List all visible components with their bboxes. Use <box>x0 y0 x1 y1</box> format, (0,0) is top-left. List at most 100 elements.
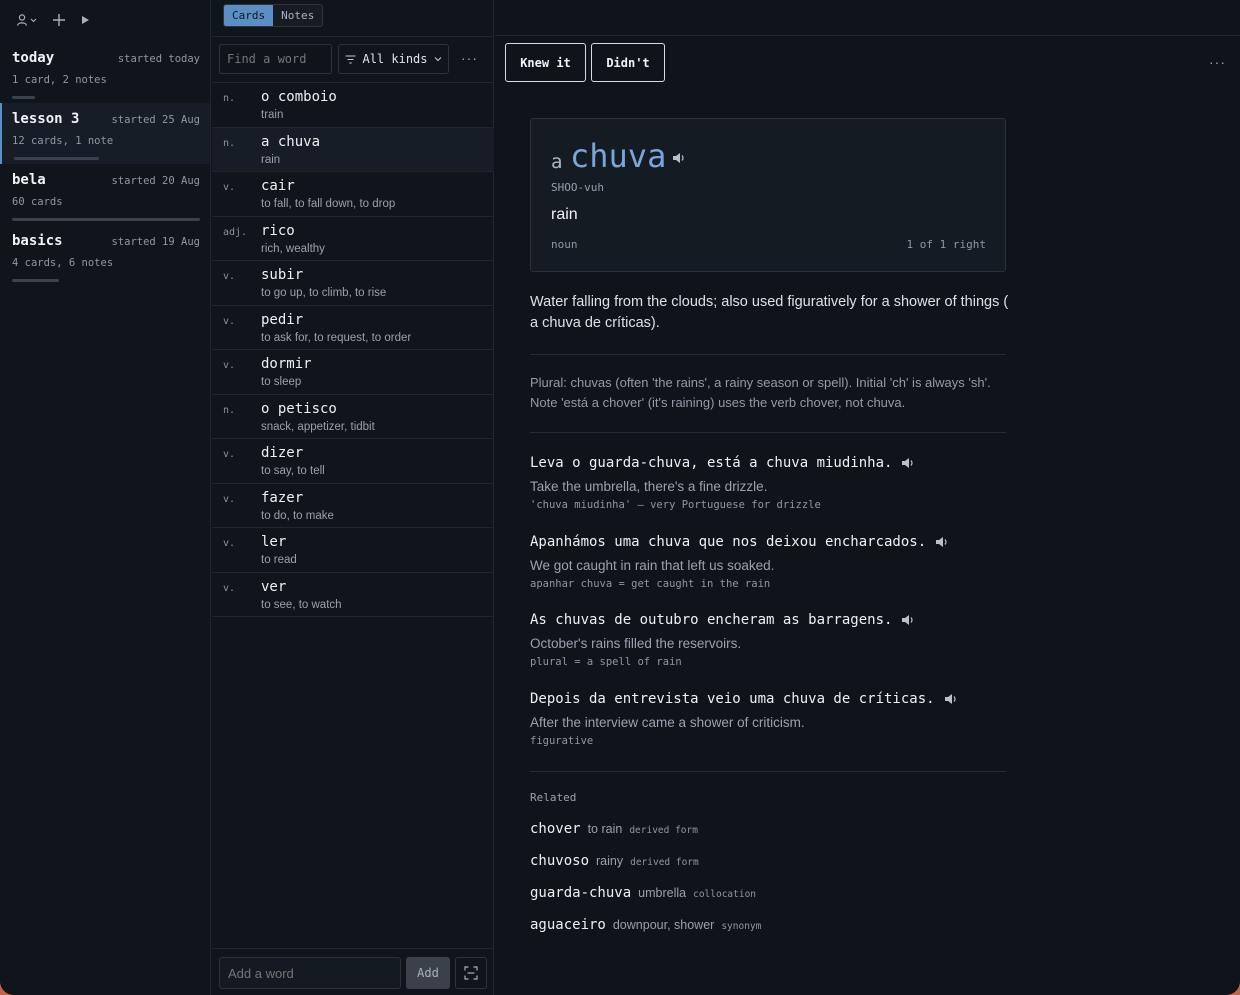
divider <box>530 354 1006 355</box>
play-button[interactable] <box>80 15 90 25</box>
sidebar-toolbar <box>0 0 210 40</box>
deck-progress-bar <box>12 279 59 282</box>
related-gloss: rainy <box>596 854 624 868</box>
deck-started: started 25 Aug <box>111 114 200 126</box>
speaker-icon[interactable] <box>944 693 958 705</box>
app-window: today started today 1 card, 2 notes less… <box>0 0 1240 995</box>
item-gloss: to read <box>261 554 297 566</box>
item-pos: v. <box>223 449 236 460</box>
add-word-button[interactable]: Add <box>406 957 450 989</box>
deck-count: 1 card, 2 notes <box>12 74 107 86</box>
definition-text: Water falling from the clouds; also used… <box>530 294 1009 331</box>
list-item[interactable]: v. subir to go up, to climb, to rise <box>212 261 494 306</box>
deck-progress-bar <box>12 218 200 221</box>
scan-icon <box>464 966 478 980</box>
example-note: plural = a spell of rain <box>530 656 682 668</box>
play-audio-button[interactable] <box>672 151 686 169</box>
related-heading: Related <box>530 791 577 804</box>
list-item[interactable]: v. ler to read <box>212 528 494 573</box>
card-headword: chuva <box>570 137 667 175</box>
related-gloss: umbrella <box>638 886 687 900</box>
deck-today[interactable]: today started today 1 card, 2 notes <box>0 42 210 103</box>
knew-it-button[interactable]: Knew it <box>505 43 586 82</box>
deck-name: bela <box>12 172 46 188</box>
related-item[interactable]: chover to rain derived form <box>530 821 698 837</box>
list-item[interactable]: v. fazer to do, to make <box>212 484 494 528</box>
flashcard: a chuva SHOO-vuh rain noun 1 of 1 right <box>530 118 1006 272</box>
list-item[interactable]: v. cair to fall, to fall down, to drop <box>212 172 494 217</box>
deck-lesson-3[interactable]: lesson 3 started 25 Aug 12 cards, 1 note <box>0 103 210 164</box>
example-en: October's rains filled the reservoirs. <box>530 636 742 651</box>
deck-name: lesson 3 <box>12 111 80 127</box>
deck-count: 12 cards, 1 note <box>12 135 114 147</box>
example-en: Take the umbrella, there's a fine drizzl… <box>530 479 768 494</box>
example-note: apanhar chuva = get caught in the rain <box>530 578 771 590</box>
list-item[interactable]: v. dizer to say, to tell <box>212 439 494 484</box>
item-word: subir <box>261 267 304 283</box>
deck-bela[interactable]: bela started 20 Aug 60 cards <box>0 164 210 225</box>
speaker-icon[interactable] <box>935 536 949 548</box>
item-pos: v. <box>223 271 236 282</box>
usage-note: Plural: chuvas (often 'the rains', a rai… <box>530 375 991 410</box>
list-item[interactable]: v. dormir to sleep <box>212 350 494 395</box>
filter-icon <box>345 54 356 64</box>
example-note: 'chuva miudinha' — very Portuguese for d… <box>530 499 821 511</box>
card-article: a <box>551 151 563 173</box>
item-pos: n. <box>223 93 236 104</box>
example-pt: As chuvas de outubro encheram as barrage… <box>530 612 915 628</box>
related-item[interactable]: guarda-chuva umbrella collocation <box>530 885 756 901</box>
item-word: ver <box>261 578 287 595</box>
add-word-input[interactable] <box>219 957 401 989</box>
card-score: 1 of 1 right <box>906 238 986 251</box>
play-icon <box>82 16 89 24</box>
list-item[interactable]: adj. rico rich, wealthy <box>212 217 494 261</box>
card-translation: rain <box>551 206 578 223</box>
item-gloss: to say, to tell <box>261 465 325 477</box>
speaker-icon <box>673 153 684 163</box>
item-pos: v. <box>223 493 236 505</box>
scan-button[interactable] <box>455 957 487 989</box>
list-item[interactable]: v. ver to see, to watch <box>212 573 494 617</box>
item-pos: n. <box>223 137 236 149</box>
deck-name: today <box>12 50 55 66</box>
item-word: dizer <box>261 445 304 461</box>
search-input[interactable] <box>219 44 332 74</box>
speaker-icon[interactable] <box>901 457 915 469</box>
related-item[interactable]: aguaceiro downpour, shower synonym <box>530 917 761 933</box>
example-pt-text: Apanhámos uma chuva que nos deixou encha… <box>530 534 927 550</box>
user-menu-button[interactable] <box>16 14 38 26</box>
chevron-down-icon <box>434 57 441 62</box>
example-pt: Depois da entrevista veio uma chuva de c… <box>530 691 958 707</box>
tab-notes[interactable]: Notes <box>273 5 323 26</box>
list-item[interactable]: v. pedir to ask for, to request, to orde… <box>212 306 494 350</box>
divider <box>530 432 1006 433</box>
list-item[interactable]: n. o petisco snack, appetizer, tidbit <box>212 395 494 439</box>
speaker-icon[interactable] <box>901 614 915 626</box>
example-pt-text: Leva o guarda-chuva, está a chuva miudin… <box>530 455 893 471</box>
item-gloss: snack, appetizer, tidbit <box>261 420 375 433</box>
item-word: rico <box>261 222 295 239</box>
user-icon <box>16 14 37 26</box>
item-pos: adj. <box>223 226 248 238</box>
card-more-button[interactable]: ··· <box>1209 54 1226 70</box>
kind-filter-dropdown[interactable]: All kinds <box>338 44 449 74</box>
list-item-selected[interactable]: n. a chuva rain <box>212 127 494 172</box>
deck-basics[interactable]: basics started 19 Aug 4 cards, 6 notes <box>0 225 210 286</box>
divider <box>212 36 494 37</box>
list-more-button[interactable]: ··· <box>461 50 478 66</box>
example-pt-text: Depois da entrevista veio uma chuva de c… <box>530 691 935 707</box>
example-pt: Leva o guarda-chuva, está a chuva miudin… <box>530 455 915 471</box>
example-pt-text: As chuvas de outubro encheram as barrage… <box>530 612 893 628</box>
filter-label: All kinds <box>362 52 428 66</box>
tab-cards[interactable]: Cards <box>224 5 274 26</box>
item-word: pedir <box>261 311 304 328</box>
add-deck-button[interactable] <box>52 13 66 27</box>
related-tag: derived form <box>630 857 699 868</box>
item-gloss: to sleep <box>261 376 302 388</box>
example-pt: Apanhámos uma chuva que nos deixou encha… <box>530 534 949 550</box>
divider <box>530 771 1006 772</box>
related-item[interactable]: chuvoso rainy derived form <box>530 853 699 869</box>
list-item[interactable]: n. o comboio train <box>212 83 494 128</box>
item-pos: v. <box>223 582 236 594</box>
didnt-button[interactable]: Didn't <box>591 43 665 82</box>
